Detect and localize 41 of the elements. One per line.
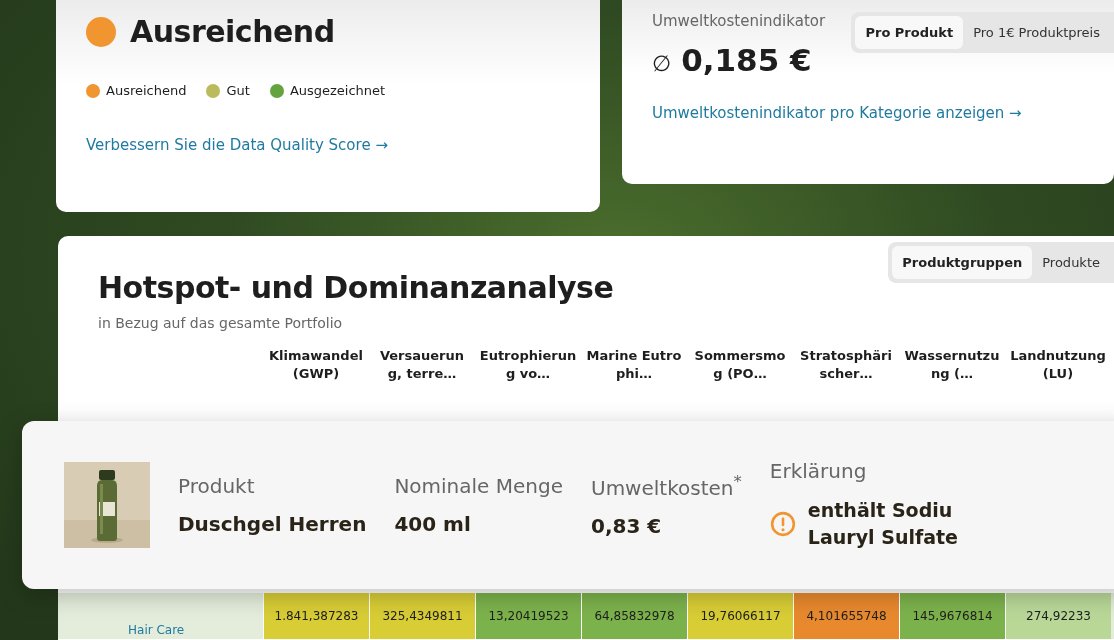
segment-tab[interactable]: Produkte (1032, 246, 1110, 279)
field-label: Nominale Menge (394, 474, 563, 498)
field-label: Umweltkosten$^{*}$ (591, 472, 742, 500)
column-header: Sommersmog (PO… (693, 347, 787, 383)
rating-label: Ausreichend (130, 14, 335, 49)
indicator-label: Umweltkostenindikator (652, 12, 826, 30)
section-title: Hotspot- und Dominanzanalyse (98, 270, 614, 305)
heatmap-cell: 1.841,387283 (263, 593, 369, 640)
average-sign: ∅ (652, 51, 672, 76)
heatmap-cell: 19,76066117 (687, 593, 793, 640)
legend-label: Ausgezeichnet (289, 83, 386, 98)
warning-icon (769, 511, 796, 537)
legend-label: Ausreichend (106, 83, 187, 98)
column-header: Klimawandel (GWP) (268, 347, 364, 383)
heatmap-cell: 13,20419523 (475, 593, 581, 640)
field-value: Duschgel Herren (178, 512, 367, 536)
heatmap-cell: 274,92233 (1005, 593, 1111, 640)
legend-label: Gut (226, 83, 250, 98)
column-header: Versauerung, terre… (378, 347, 466, 383)
heatmap-cell: 325,4349811 (369, 593, 475, 640)
column-header: Stratosphärischer… (799, 347, 893, 383)
column-header: Eutrophierung vo… (478, 347, 578, 383)
segment-tab[interactable]: Pro Produkt (855, 16, 964, 49)
row-label[interactable]: Hair Care (58, 623, 263, 640)
field-value: 400 ml (394, 512, 472, 536)
field-value: 0,83 € (591, 513, 663, 538)
column-header: Landnutzung (LU) (1009, 347, 1107, 383)
heatmap-cell: 145,9676814 (899, 593, 1005, 640)
column-header: Wassernutzung (… (903, 347, 1001, 383)
improve-score-link[interactable]: Verbessern Sie die Data Quality Score → (86, 136, 388, 154)
segment-tab[interactable]: Produktgruppen (892, 246, 1033, 279)
column-header: Marine Eutrophi… (585, 347, 683, 383)
field-label: Erklärung (769, 459, 868, 484)
category-link[interactable]: Umweltkostenindikator pro Kategorie anzeigen → (652, 104, 1022, 122)
segment-tab[interactable]: Pro 1€ Produktpreis (963, 16, 1110, 49)
heatmap-cell: 4,101655748 (793, 593, 899, 640)
indicator-value: 0,185 € (681, 42, 812, 78)
section-subtitle: in Bezug auf das gesamte Portfolio (98, 315, 344, 331)
heatmap-cell: 64,85832978 (581, 593, 687, 640)
explanation-text: enthält Sodiu Lauryl Sulfate (807, 498, 958, 550)
field-label: Produkt (178, 474, 256, 498)
